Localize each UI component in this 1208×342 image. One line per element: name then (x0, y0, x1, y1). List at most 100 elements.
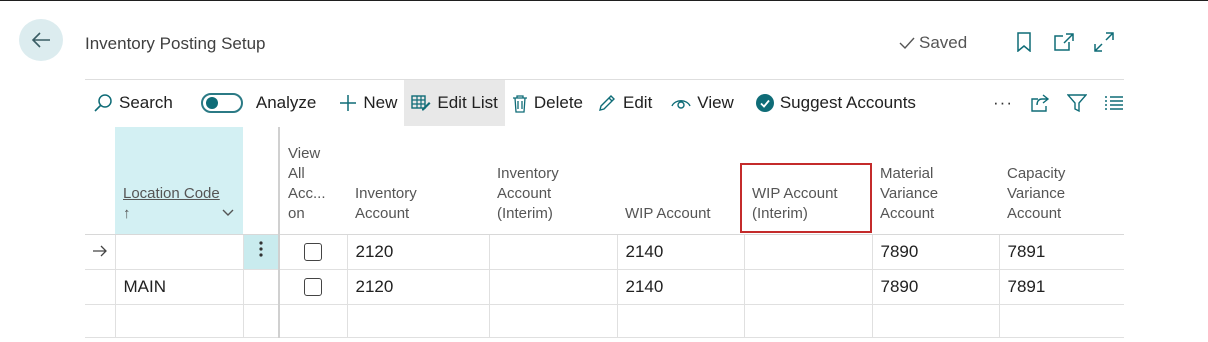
location-code-header[interactable]: Location Code ↑ (115, 127, 243, 235)
delete-button[interactable]: Delete (505, 80, 590, 126)
capacity-variance-account-cell[interactable]: 7891 (999, 234, 1124, 270)
view-all-accounts-checkbox[interactable] (304, 278, 323, 297)
row-indicator (85, 269, 116, 305)
empty-row[interactable] (85, 304, 1124, 338)
material-variance-label-line2: Variance (880, 184, 939, 202)
inventory-account-interim-cell[interactable] (489, 269, 618, 305)
capacity-variance-label-line1: Capacity (1007, 164, 1066, 182)
suggest-accounts-label: Suggest Accounts (779, 93, 916, 112)
sort-ascending-icon: ↑ (123, 204, 131, 222)
edit-list-label: Edit List (437, 93, 498, 112)
row-menu-button[interactable] (243, 234, 280, 270)
edit-button[interactable]: Edit (590, 80, 659, 126)
back-button[interactable] (19, 19, 63, 61)
material-variance-account-cell[interactable] (872, 304, 1000, 338)
wip-account-cell[interactable]: 2140 (617, 269, 745, 305)
inventory-account-interim-header[interactable]: Inventory Account (Interim) (489, 127, 617, 235)
view-all-accounts-cell (279, 234, 348, 270)
view-all-accounts-label-line1: View (288, 144, 321, 162)
view-all-accounts-cell (279, 304, 348, 338)
capacity-variance-account-cell[interactable]: 7891 (999, 269, 1124, 305)
more-options-button[interactable]: ··· (993, 93, 1013, 113)
inventory-account-label-line1: Inventory (355, 184, 417, 202)
location-code-cell[interactable] (115, 304, 244, 338)
wip-account-cell[interactable] (617, 304, 745, 338)
pencil-icon (599, 95, 615, 111)
view-label: View (697, 93, 734, 112)
capacity-variance-label-line2: Variance (1007, 184, 1066, 202)
plus-icon (340, 95, 357, 111)
capacity-variance-account-cell[interactable] (999, 304, 1124, 338)
wip-account-header[interactable]: WIP Account (617, 127, 744, 235)
back-arrow-icon (31, 32, 50, 48)
capacity-variance-label-line3: Account (1007, 204, 1062, 222)
inventory-account-cell[interactable]: 2120 (347, 234, 490, 270)
location-code-cell[interactable]: MAIN (115, 269, 244, 305)
expand-icon[interactable] (1092, 30, 1116, 54)
inventory-account-interim-label-line1: Inventory (497, 164, 559, 182)
open-in-new-icon[interactable] (1052, 30, 1076, 54)
analyze-label: Analyze (255, 93, 317, 112)
row-arrow-icon (92, 245, 107, 256)
wip-account-interim-cell[interactable] (744, 269, 873, 305)
eye-icon (671, 100, 691, 109)
new-label: New (363, 93, 398, 112)
inventory-account-cell[interactable] (347, 304, 490, 338)
chevron-down-icon[interactable] (221, 208, 235, 218)
page-actions (1012, 30, 1116, 54)
suggest-accounts-button[interactable]: Suggest Accounts (741, 80, 923, 126)
search-icon (94, 94, 112, 112)
action-bar: Search Analyze New Edit List Delete Edit… (85, 80, 1124, 126)
wip-account-interim-cell[interactable] (744, 234, 873, 270)
row-menu-icon (259, 241, 263, 257)
location-code-cell[interactable] (115, 234, 244, 270)
wip-account-cell[interactable]: 2140 (617, 234, 745, 270)
view-all-accounts-header[interactable]: View All Acc... on (279, 127, 347, 235)
edit-list-button[interactable]: Edit List (404, 80, 505, 126)
trash-icon (512, 94, 527, 113)
search-button[interactable]: Search (85, 80, 180, 126)
material-variance-account-cell[interactable]: 7890 (872, 234, 1000, 270)
analyze-toggle[interactable]: Analyze (180, 80, 323, 126)
saved-label: Saved (919, 33, 968, 52)
row-indicator (85, 234, 116, 270)
material-variance-label-line3: Account (880, 204, 935, 222)
inventory-account-header[interactable]: Inventory Account (347, 127, 489, 235)
share-icon[interactable] (1030, 94, 1050, 112)
header-row: Location Code ↑ View All Acc... on Inven… (85, 127, 1124, 235)
wip-account-label: WIP Account (625, 204, 711, 222)
search-label: Search (119, 93, 173, 112)
toolbar-right: ··· (993, 80, 1124, 126)
inventory-posting-grid: Location Code ↑ View All Acc... on Inven… (85, 127, 1124, 338)
wip-account-interim-cell[interactable] (744, 304, 873, 338)
inventory-account-interim-label-line3: (Interim) (497, 204, 553, 222)
wip-account-interim-label-line1: WIP Account (752, 184, 838, 202)
saved-status: Saved (898, 33, 967, 53)
wip-account-interim-header[interactable]: WIP Account (Interim) (744, 127, 872, 235)
filter-icon[interactable] (1067, 93, 1087, 113)
page-title: Inventory Posting Setup (85, 34, 266, 53)
new-button[interactable]: New (323, 80, 404, 126)
inventory-account-interim-cell[interactable] (489, 304, 618, 338)
inventory-account-cell[interactable]: 2120 (347, 269, 490, 305)
inventory-account-interim-cell[interactable] (489, 234, 618, 270)
capacity-variance-account-header[interactable]: Capacity Variance Account (999, 127, 1124, 235)
material-variance-account-cell[interactable]: 7890 (872, 269, 1000, 305)
bookmark-icon[interactable] (1012, 30, 1036, 54)
view-all-accounts-checkbox[interactable] (304, 243, 323, 262)
list-icon[interactable] (1104, 95, 1124, 111)
checkmark-icon (899, 37, 915, 50)
wip-account-interim-label-line2: (Interim) (752, 204, 808, 222)
row-menu-header (243, 127, 280, 235)
view-all-accounts-label-line4: on (288, 204, 305, 222)
row-menu-cell (243, 304, 280, 338)
table-row[interactable]: 2120 2140 7890 7891 (85, 234, 1124, 270)
view-all-accounts-cell (279, 269, 348, 305)
location-code-label[interactable]: Location Code (123, 184, 220, 204)
material-variance-account-header[interactable]: Material Variance Account (872, 127, 999, 235)
table-row[interactable]: MAIN 2120 2140 7890 7891 (85, 269, 1124, 305)
analyze-switch[interactable] (200, 93, 243, 113)
check-circle-icon (755, 94, 774, 112)
view-button[interactable]: View (659, 80, 741, 126)
inventory-account-interim-label-line2: Account (497, 184, 552, 202)
